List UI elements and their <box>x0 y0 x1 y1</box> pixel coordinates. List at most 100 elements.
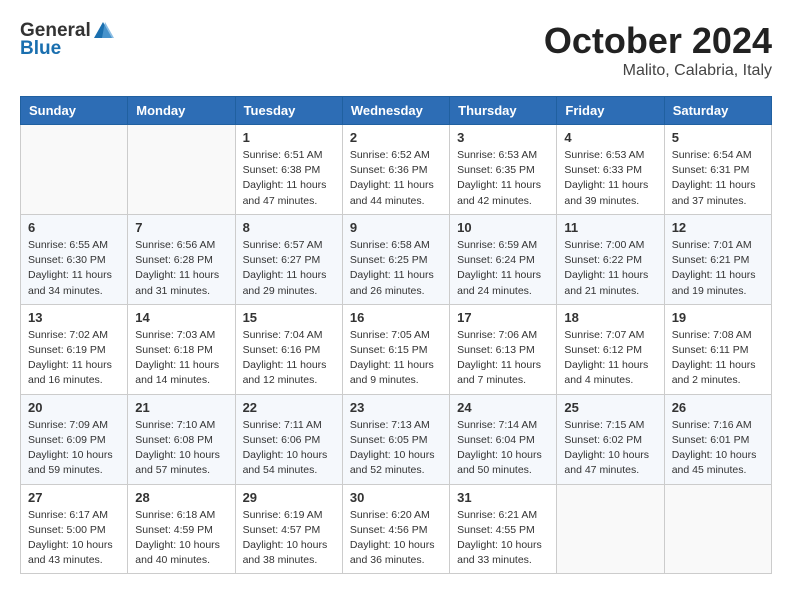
calendar-cell: 3 Sunrise: 6:53 AM Sunset: 6:35 PM Daylig… <box>450 125 557 215</box>
day-content: Sunrise: 7:03 AM Sunset: 6:18 PM Dayligh… <box>135 328 227 389</box>
day-number: 16 <box>350 310 442 325</box>
day-number: 17 <box>457 310 549 325</box>
day-number: 5 <box>672 130 764 145</box>
day-number: 15 <box>243 310 335 325</box>
calendar-cell: 2 Sunrise: 6:52 AM Sunset: 6:36 PM Daylig… <box>342 125 449 215</box>
weekday-header-sunday: Sunday <box>21 97 128 125</box>
day-number: 30 <box>350 490 442 505</box>
weekday-header-row: SundayMondayTuesdayWednesdayThursdayFrid… <box>21 97 772 125</box>
day-number: 21 <box>135 400 227 415</box>
day-number: 8 <box>243 220 335 235</box>
day-content: Sunrise: 7:08 AM Sunset: 6:11 PM Dayligh… <box>672 328 764 389</box>
calendar-cell: 12Sunrise: 7:01 AM Sunset: 6:21 PM Dayli… <box>664 214 771 304</box>
day-content: Sunrise: 7:04 AM Sunset: 6:16 PM Dayligh… <box>243 328 335 389</box>
calendar-cell: 31 Sunrise: 6:21 AM Sunset: 4:55 PM Dayli… <box>450 484 557 574</box>
day-content: Sunrise: 7:15 AM Sunset: 6:02 PM Dayligh… <box>564 418 656 479</box>
day-number: 7 <box>135 220 227 235</box>
day-content: Sunrise: 6:58 AM Sunset: 6:25 PM Dayligh… <box>350 238 442 299</box>
day-content: Sunrise: 6:53 AM Sunset: 6:33 PM Dayligh… <box>564 148 656 209</box>
page-title: October 2024 <box>544 20 772 62</box>
day-content: Sunrise: 6:21 AM Sunset: 4:55 PM Dayligh… <box>457 508 549 569</box>
day-number: 24 <box>457 400 549 415</box>
day-number: 25 <box>564 400 656 415</box>
calendar-cell: 4 Sunrise: 6:53 AM Sunset: 6:33 PM Daylig… <box>557 125 664 215</box>
day-content: Sunrise: 7:16 AM Sunset: 6:01 PM Dayligh… <box>672 418 764 479</box>
calendar-cell <box>21 125 128 215</box>
calendar-cell: 18Sunrise: 7:07 AM Sunset: 6:12 PM Dayli… <box>557 304 664 394</box>
day-number: 22 <box>243 400 335 415</box>
calendar-cell: 17 Sunrise: 7:06 AM Sunset: 6:13 PM Dayli… <box>450 304 557 394</box>
calendar-week-row: 27Sunrise: 6:17 AM Sunset: 5:00 PM Dayli… <box>21 484 772 574</box>
calendar-cell: 1 Sunrise: 6:51 AM Sunset: 6:38 PM Daylig… <box>235 125 342 215</box>
logo-icon <box>92 20 114 42</box>
day-number: 28 <box>135 490 227 505</box>
day-number: 3 <box>457 130 549 145</box>
day-number: 19 <box>672 310 764 325</box>
title-block: October 2024 Malito, Calabria, Italy <box>544 20 772 80</box>
day-content: Sunrise: 7:11 AM Sunset: 6:06 PM Dayligh… <box>243 418 335 479</box>
weekday-header-thursday: Thursday <box>450 97 557 125</box>
calendar-cell: 24 Sunrise: 7:14 AM Sunset: 6:04 PM Dayli… <box>450 394 557 484</box>
day-number: 13 <box>28 310 120 325</box>
day-number: 14 <box>135 310 227 325</box>
page-subtitle: Malito, Calabria, Italy <box>544 62 772 80</box>
calendar-cell: 16 Sunrise: 7:05 AM Sunset: 6:15 PM Dayli… <box>342 304 449 394</box>
weekday-header-tuesday: Tuesday <box>235 97 342 125</box>
day-content: Sunrise: 7:07 AM Sunset: 6:12 PM Dayligh… <box>564 328 656 389</box>
calendar-week-row: 1 Sunrise: 6:51 AM Sunset: 6:38 PM Daylig… <box>21 125 772 215</box>
day-content: Sunrise: 7:14 AM Sunset: 6:04 PM Dayligh… <box>457 418 549 479</box>
day-number: 12 <box>672 220 764 235</box>
day-number: 6 <box>28 220 120 235</box>
calendar-cell: 25 Sunrise: 7:15 AM Sunset: 6:02 PM Dayli… <box>557 394 664 484</box>
day-number: 9 <box>350 220 442 235</box>
day-content: Sunrise: 6:55 AM Sunset: 6:30 PM Dayligh… <box>28 238 120 299</box>
day-content: Sunrise: 6:56 AM Sunset: 6:28 PM Dayligh… <box>135 238 227 299</box>
day-content: Sunrise: 6:53 AM Sunset: 6:35 PM Dayligh… <box>457 148 549 209</box>
day-content: Sunrise: 6:52 AM Sunset: 6:36 PM Dayligh… <box>350 148 442 209</box>
calendar-cell: 10 Sunrise: 6:59 AM Sunset: 6:24 PM Dayli… <box>450 214 557 304</box>
day-number: 27 <box>28 490 120 505</box>
day-content: Sunrise: 6:57 AM Sunset: 6:27 PM Dayligh… <box>243 238 335 299</box>
day-number: 10 <box>457 220 549 235</box>
day-content: Sunrise: 7:00 AM Sunset: 6:22 PM Dayligh… <box>564 238 656 299</box>
calendar-cell: 13 Sunrise: 7:02 AM Sunset: 6:19 PM Dayli… <box>21 304 128 394</box>
day-content: Sunrise: 6:54 AM Sunset: 6:31 PM Dayligh… <box>672 148 764 209</box>
logo-blue: Blue <box>20 38 61 60</box>
day-content: Sunrise: 7:10 AM Sunset: 6:08 PM Dayligh… <box>135 418 227 479</box>
calendar-cell: 21 Sunrise: 7:10 AM Sunset: 6:08 PM Dayli… <box>128 394 235 484</box>
day-number: 1 <box>243 130 335 145</box>
calendar-cell: 28Sunrise: 6:18 AM Sunset: 4:59 PM Dayli… <box>128 484 235 574</box>
day-content: Sunrise: 6:59 AM Sunset: 6:24 PM Dayligh… <box>457 238 549 299</box>
weekday-header-friday: Friday <box>557 97 664 125</box>
calendar-cell <box>557 484 664 574</box>
day-content: Sunrise: 6:19 AM Sunset: 4:57 PM Dayligh… <box>243 508 335 569</box>
calendar-cell: 26Sunrise: 7:16 AM Sunset: 6:01 PM Dayli… <box>664 394 771 484</box>
day-content: Sunrise: 7:13 AM Sunset: 6:05 PM Dayligh… <box>350 418 442 479</box>
day-number: 4 <box>564 130 656 145</box>
day-number: 31 <box>457 490 549 505</box>
weekday-header-saturday: Saturday <box>664 97 771 125</box>
calendar-cell: 7 Sunrise: 6:56 AM Sunset: 6:28 PM Daylig… <box>128 214 235 304</box>
day-content: Sunrise: 7:02 AM Sunset: 6:19 PM Dayligh… <box>28 328 120 389</box>
calendar-cell: 19 Sunrise: 7:08 AM Sunset: 6:11 PM Dayli… <box>664 304 771 394</box>
day-number: 23 <box>350 400 442 415</box>
page-header: General Blue October 2024 Malito, Calabr… <box>20 20 772 80</box>
calendar-cell: 8 Sunrise: 6:57 AM Sunset: 6:27 PM Daylig… <box>235 214 342 304</box>
weekday-header-wednesday: Wednesday <box>342 97 449 125</box>
day-number: 11 <box>564 220 656 235</box>
day-content: Sunrise: 6:51 AM Sunset: 6:38 PM Dayligh… <box>243 148 335 209</box>
calendar-week-row: 6 Sunrise: 6:55 AM Sunset: 6:30 PM Daylig… <box>21 214 772 304</box>
day-number: 2 <box>350 130 442 145</box>
calendar-cell: 27Sunrise: 6:17 AM Sunset: 5:00 PM Dayli… <box>21 484 128 574</box>
day-content: Sunrise: 7:06 AM Sunset: 6:13 PM Dayligh… <box>457 328 549 389</box>
calendar-cell: 15 Sunrise: 7:04 AM Sunset: 6:16 PM Dayli… <box>235 304 342 394</box>
calendar-cell <box>664 484 771 574</box>
calendar-cell <box>128 125 235 215</box>
day-content: Sunrise: 7:05 AM Sunset: 6:15 PM Dayligh… <box>350 328 442 389</box>
calendar-week-row: 13 Sunrise: 7:02 AM Sunset: 6:19 PM Dayli… <box>21 304 772 394</box>
weekday-header-monday: Monday <box>128 97 235 125</box>
calendar-cell: 22 Sunrise: 7:11 AM Sunset: 6:06 PM Dayli… <box>235 394 342 484</box>
day-content: Sunrise: 7:09 AM Sunset: 6:09 PM Dayligh… <box>28 418 120 479</box>
calendar-cell: 9 Sunrise: 6:58 AM Sunset: 6:25 PM Daylig… <box>342 214 449 304</box>
calendar-cell: 20Sunrise: 7:09 AM Sunset: 6:09 PM Dayli… <box>21 394 128 484</box>
